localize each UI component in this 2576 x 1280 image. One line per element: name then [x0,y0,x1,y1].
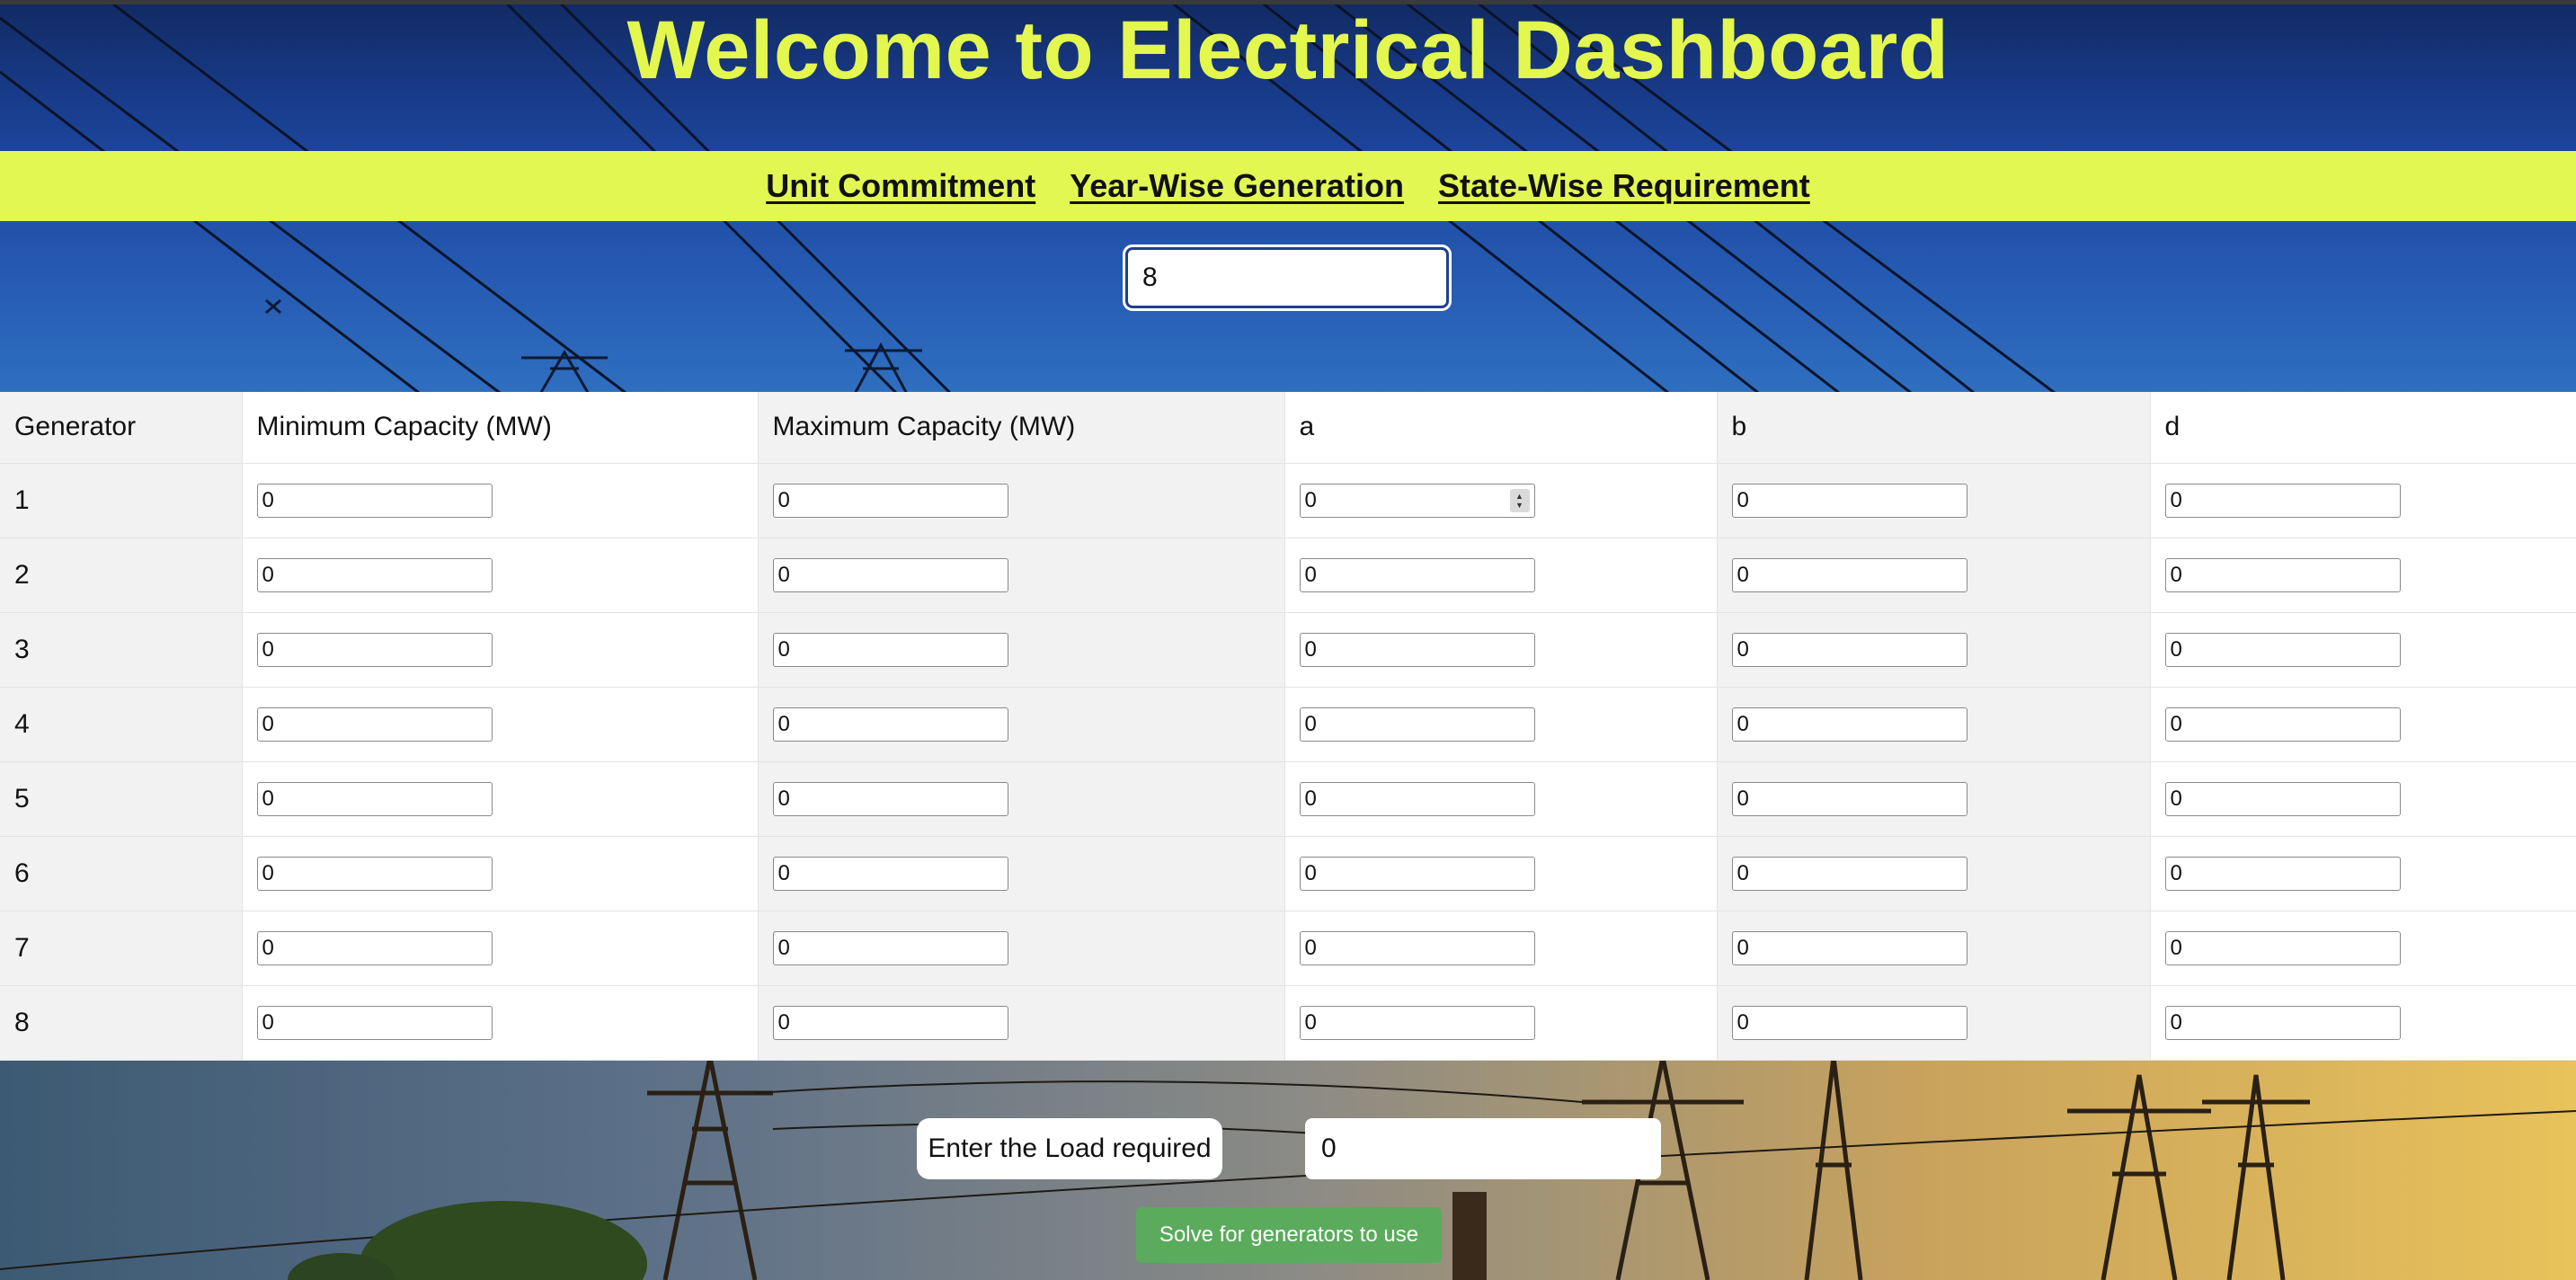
number-stepper-icon[interactable]: ▲ ▼ [1509,488,1530,512]
d-coefficient-input[interactable] [2164,781,2401,816]
a-coefficient-input[interactable] [1299,1005,1535,1040]
min-capacity-input[interactable] [256,781,493,816]
min-capacity-input[interactable] [256,483,493,518]
max-capacity-input[interactable] [772,483,1008,518]
a-coefficient-input[interactable] [1299,930,1535,965]
column-header-max-capacity: Maximum Capacity (MW) [758,392,1285,464]
page-title: Welcome to Electrical Dashboard [626,4,1950,96]
max-capacity-input[interactable] [772,1005,1008,1040]
column-header-generator: Generator [0,392,243,464]
a-coefficient-stepper: ▲▼ [1299,483,1535,518]
min-capacity-input[interactable] [256,557,493,592]
a-coefficient-input[interactable] [1299,707,1535,742]
generator-number: 3 [0,612,243,688]
table-header-row: Generator Minimum Capacity (MW) Maximum … [0,392,2576,464]
b-coefficient-input[interactable] [1731,1005,1968,1040]
a-coefficient-input[interactable] [1299,856,1535,891]
min-capacity-input[interactable] [256,856,493,891]
generator-table: Generator Minimum Capacity (MW) Maximum … [0,392,2576,1061]
d-coefficient-input[interactable] [2164,1005,2401,1040]
b-coefficient-input[interactable] [1731,483,1968,518]
a-coefficient-input[interactable] [1299,781,1535,816]
navigation-bar: Unit Commitment Year-Wise Generation Sta… [0,151,2576,221]
nav-link-state-wise-requirement[interactable]: State-Wise Requirement [1438,167,1810,205]
tree-image [360,1201,647,1280]
table-row: 4 [0,687,2576,762]
d-coefficient-input[interactable] [2164,930,2401,965]
d-coefficient-input[interactable] [2164,707,2401,742]
min-capacity-input[interactable] [256,1005,493,1040]
max-capacity-input[interactable] [772,707,1008,742]
generator-number: 4 [0,687,243,762]
table-row: 8 [0,985,2576,1061]
b-coefficient-input[interactable] [1731,632,1968,667]
generator-number: 2 [0,538,243,613]
generator-count-input[interactable] [1123,244,1452,311]
b-coefficient-input[interactable] [1731,781,1968,816]
d-coefficient-input[interactable] [2164,557,2401,592]
column-header-a: a [1284,392,1718,464]
a-coefficient-input[interactable] [1299,557,1535,592]
max-capacity-input[interactable] [772,856,1008,891]
max-capacity-input[interactable] [772,930,1008,965]
generator-number: 7 [0,911,243,986]
table-row: 7 [0,911,2576,986]
table-row: 6 [0,836,2576,911]
load-required-input[interactable] [1305,1118,1661,1179]
solve-generators-button[interactable]: Solve for generators to use [1136,1207,1442,1263]
b-coefficient-input[interactable] [1731,557,1968,592]
d-coefficient-input[interactable] [2164,632,2401,667]
table-row: 5 [0,761,2576,837]
table-row: 1 ▲▼ [0,463,2576,538]
generator-number: 6 [0,836,243,911]
table-row: 3 [0,612,2576,688]
load-required-label: Enter the Load required [917,1118,1222,1179]
b-coefficient-input[interactable] [1731,707,1968,742]
column-header-d: d [2150,392,2576,464]
d-coefficient-input[interactable] [2164,483,2401,518]
min-capacity-input[interactable] [256,632,493,667]
a-coefficient-input[interactable] [1299,632,1535,667]
generator-number: 5 [0,761,243,837]
nav-link-year-wise-generation[interactable]: Year-Wise Generation [1070,167,1404,205]
generator-number: 1 [0,463,243,538]
table-row: 2 [0,538,2576,613]
max-capacity-input[interactable] [772,557,1008,592]
b-coefficient-input[interactable] [1731,930,1968,965]
column-header-min-capacity: Minimum Capacity (MW) [242,392,759,464]
max-capacity-input[interactable] [772,781,1008,816]
min-capacity-input[interactable] [256,707,493,742]
b-coefficient-input[interactable] [1731,856,1968,891]
min-capacity-input[interactable] [256,930,493,965]
d-coefficient-input[interactable] [2164,856,2401,891]
generator-number: 8 [0,985,243,1061]
nav-link-unit-commitment[interactable]: Unit Commitment [766,167,1035,205]
max-capacity-input[interactable] [772,632,1008,667]
column-header-b: b [1717,392,2151,464]
a-coefficient-input[interactable] [1299,483,1535,518]
